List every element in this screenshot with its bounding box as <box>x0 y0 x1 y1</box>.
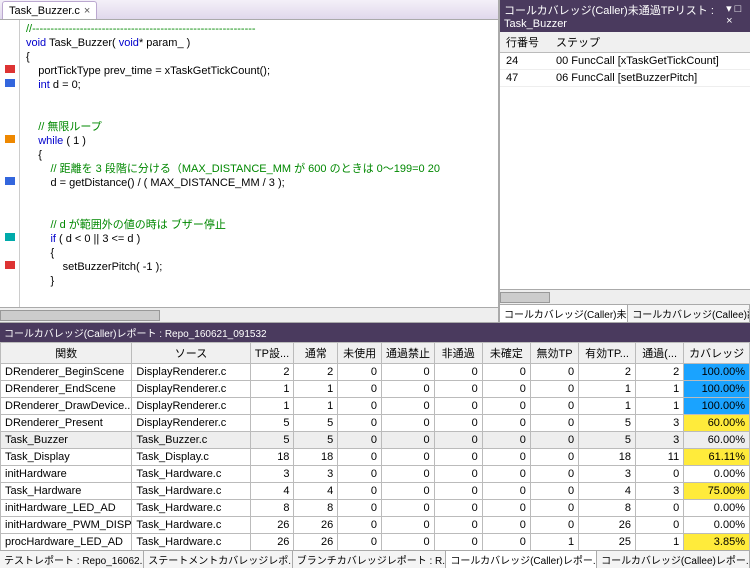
side-panel-title: コールカバレッジ(Caller)未通過TPリスト : Task_Buzzer ▾… <box>500 0 750 32</box>
code-line[interactable]: while ( 1 ) <box>26 134 498 148</box>
table-row[interactable]: Task_BuzzerTask_Buzzer.c55000005360.00% <box>1 432 750 449</box>
gutter <box>0 20 20 307</box>
report-header[interactable]: 通過(... <box>636 343 684 364</box>
tp-line-no[interactable]: 24 <box>500 53 550 70</box>
tp-header[interactable]: ステップ <box>550 32 750 53</box>
code-line[interactable]: { <box>26 246 498 260</box>
code-line[interactable]: // d が範囲外の値の時は ブザー停止 <box>26 218 498 232</box>
bottom-tabstrip: テストレポート : Repo_16062...ステートメントカバレッジレポ...… <box>0 550 750 568</box>
table-row[interactable]: procHardware_LED_ADTask_Hardware.c262600… <box>1 534 750 550</box>
code-line[interactable]: void Task_Buzzer( void* param_ ) <box>26 36 498 50</box>
close-icon[interactable]: × <box>84 5 90 17</box>
code-line[interactable]: portTickType prev_time = xTaskGetTickCou… <box>26 64 498 78</box>
editor-tabbar: Task_Buzzer.c × <box>0 0 498 20</box>
side-title-text: コールカバレッジ(Caller)未通過TPリスト : Task_Buzzer <box>504 2 726 30</box>
table-row[interactable]: initHardwareTask_Hardware.c3300000300.00… <box>1 466 750 483</box>
code-line[interactable]: //--------------------------------------… <box>26 22 498 36</box>
report-title: コールカバレッジ(Caller)レポート : Repo_160621_09153… <box>0 323 750 342</box>
report-header[interactable]: 通常 <box>294 343 338 364</box>
code-text[interactable]: //--------------------------------------… <box>20 20 498 307</box>
code-line[interactable]: { <box>26 50 498 64</box>
report-header[interactable]: 有効TP... <box>579 343 636 364</box>
code-line[interactable]: int d = 0; <box>26 78 498 92</box>
code-line[interactable] <box>26 92 498 106</box>
editor-tab[interactable]: Task_Buzzer.c × <box>2 1 97 19</box>
report-header[interactable]: 未使用 <box>338 343 382 364</box>
tp-step[interactable]: 06 FuncCall [setBuzzerPitch] <box>550 70 750 87</box>
coverage-table: 関数ソースTP設...通常未使用通過禁止非通過未確定無効TP有効TP...通過(… <box>0 342 750 550</box>
code-line[interactable] <box>26 106 498 120</box>
report-header[interactable]: 未確定 <box>482 343 530 364</box>
code-line[interactable]: // 距離を 3 段階に分ける（MAX_DISTANCE_MM が 600 のと… <box>26 162 498 176</box>
code-line[interactable]: if ( d < 0 || 3 <= d ) <box>26 232 498 246</box>
code-line[interactable] <box>26 190 498 204</box>
table-row[interactable]: initHardware_PWM_DISPTask_Hardware.c2626… <box>1 517 750 534</box>
side-tab[interactable]: コールカバレッジ(Caller)未通... <box>500 305 628 322</box>
side-panel: コールカバレッジ(Caller)未通過TPリスト : Task_Buzzer ▾… <box>500 0 750 322</box>
tp-step[interactable]: 00 FuncCall [xTaskGetTickCount] <box>550 53 750 70</box>
report-header[interactable]: カバレッジ <box>684 343 750 364</box>
table-row[interactable]: Task_DisplayTask_Display.c18180000018116… <box>1 449 750 466</box>
report-header[interactable]: 無効TP <box>530 343 578 364</box>
bottom-tab[interactable]: コールカバレッジ(Callee)レポー... <box>597 551 750 568</box>
code-line[interactable]: d = getDistance() / ( MAX_DISTANCE_MM / … <box>26 176 498 190</box>
table-row[interactable]: DRenderer_BeginSceneDisplayRenderer.c220… <box>1 364 750 381</box>
table-row[interactable]: Task_HardwareTask_Hardware.c44000004375.… <box>1 483 750 500</box>
report-header[interactable]: 通過禁止 <box>382 343 435 364</box>
code-line[interactable]: { <box>26 148 498 162</box>
window-controls[interactable]: ▾ □ × <box>726 2 746 30</box>
editor-pane: Task_Buzzer.c × //----------------------… <box>0 0 500 322</box>
report-header[interactable]: 非通過 <box>434 343 482 364</box>
tp-line-no[interactable]: 47 <box>500 70 550 87</box>
side-hscrollbar[interactable] <box>500 289 750 304</box>
tp-list: 行番号ステップ2400 FuncCall [xTaskGetTickCount]… <box>500 32 750 87</box>
code-line[interactable]: setBuzzerPitch( -1 ); <box>26 260 498 274</box>
bottom-tab[interactable]: テストレポート : Repo_16062... <box>0 551 144 568</box>
code-line[interactable]: // 無限ループ <box>26 120 498 134</box>
coverage-report[interactable]: 関数ソースTP設...通常未使用通過禁止非通過未確定無効TP有効TP...通過(… <box>0 342 750 550</box>
bottom-tab[interactable]: ステートメントカバレッジレポ... <box>144 551 292 568</box>
table-row[interactable]: initHardware_LED_ADTask_Hardware.c880000… <box>1 500 750 517</box>
side-tabstrip: コールカバレッジ(Caller)未通...コールカバレッジ(Callee)詳..… <box>500 304 750 322</box>
bottom-tab[interactable]: コールカバレッジ(Caller)レポー... <box>446 551 597 568</box>
table-row[interactable]: DRenderer_DrawDevice...DisplayRenderer.c… <box>1 398 750 415</box>
editor-hscrollbar[interactable] <box>0 307 498 322</box>
report-header[interactable]: TP設... <box>250 343 294 364</box>
table-row[interactable]: DRenderer_PresentDisplayRenderer.c550000… <box>1 415 750 432</box>
tab-label: Task_Buzzer.c <box>9 5 80 17</box>
code-line[interactable] <box>26 288 498 302</box>
report-header[interactable]: ソース <box>132 343 250 364</box>
report-header[interactable]: 関数 <box>1 343 132 364</box>
code-line[interactable]: } <box>26 274 498 288</box>
side-tab[interactable]: コールカバレッジ(Callee)詳... <box>628 305 750 322</box>
table-row[interactable]: DRenderer_EndSceneDisplayRenderer.c11000… <box>1 381 750 398</box>
bottom-tab[interactable]: ブランチカバレッジレポート : R... <box>293 551 447 568</box>
code-line[interactable] <box>26 204 498 218</box>
tp-header[interactable]: 行番号 <box>500 32 550 53</box>
code-area[interactable]: //--------------------------------------… <box>0 20 498 307</box>
